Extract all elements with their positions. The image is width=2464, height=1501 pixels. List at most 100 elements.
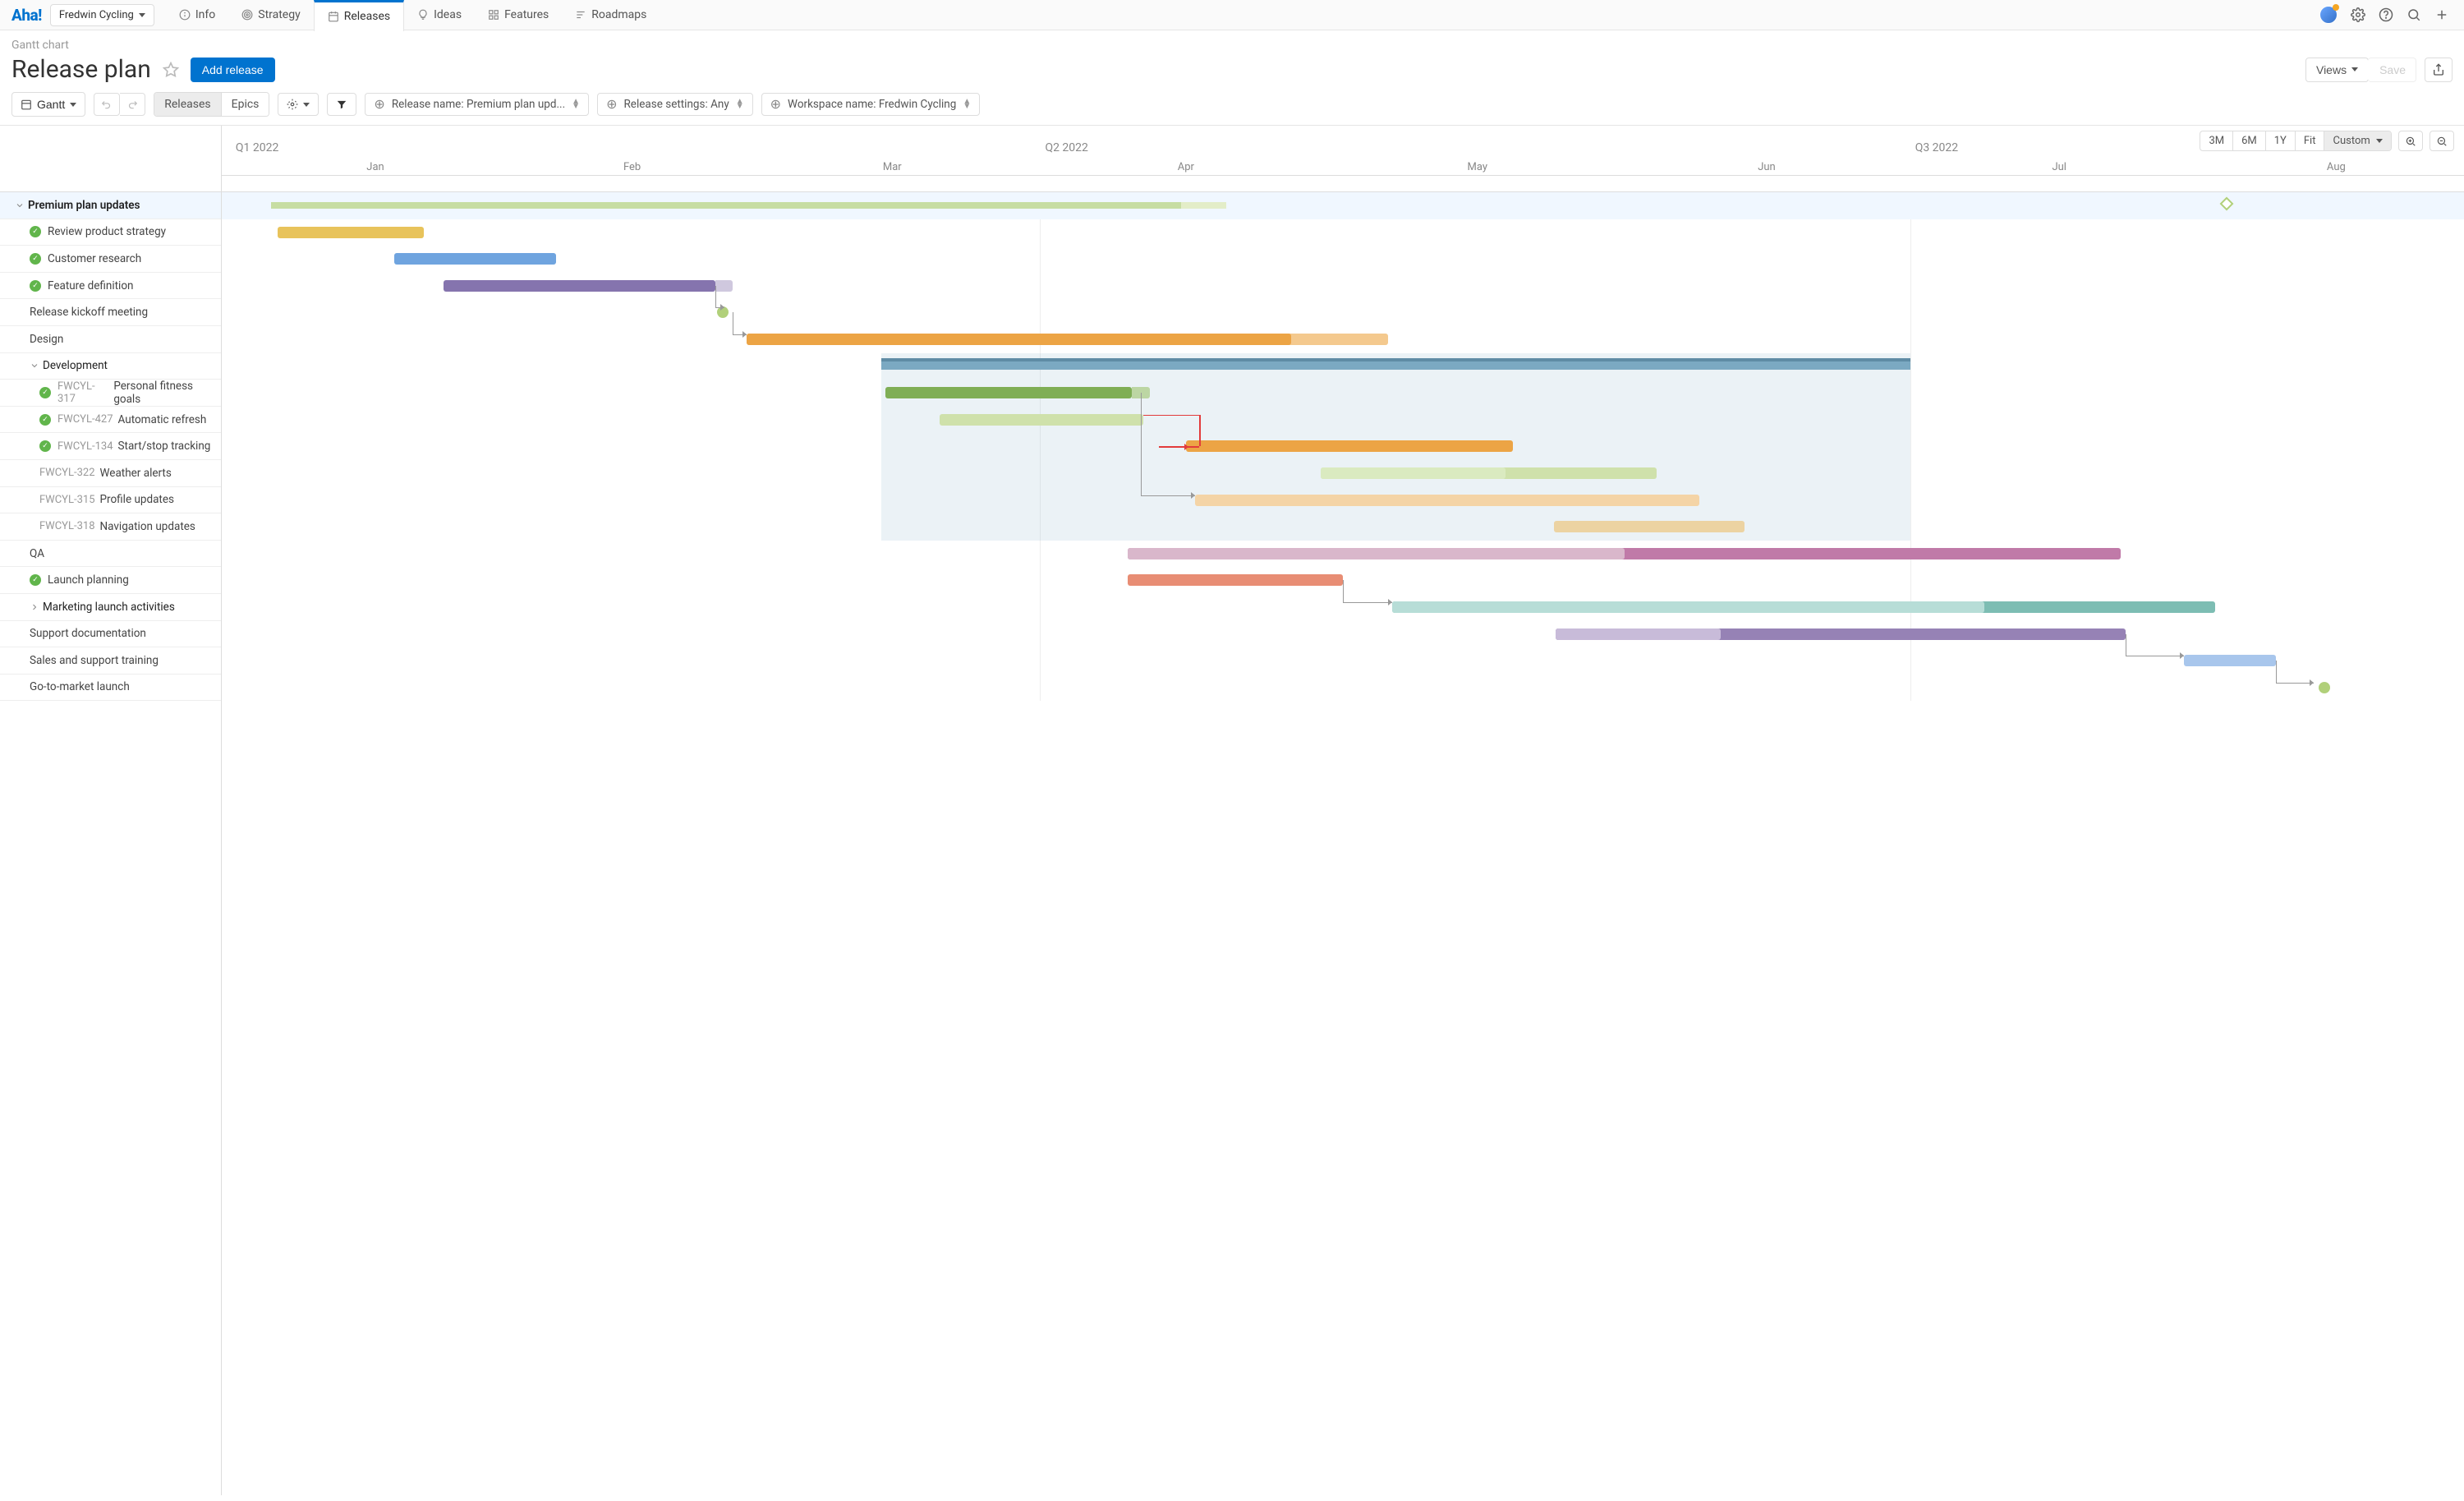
bar-row [222,299,2464,326]
task-row[interactable]: FWCYL-315Profile updates [0,487,221,514]
task-row[interactable]: Go-to-market launch [0,675,221,702]
nav-features[interactable]: Features [475,0,562,30]
task-row[interactable]: Design [0,326,221,353]
milestone-circle[interactable] [2319,682,2330,693]
nav-strategy[interactable]: Strategy [228,0,313,30]
filter-button[interactable] [327,93,356,116]
task-row[interactable]: ✓FWCYL-134Start/stop tracking [0,433,221,460]
zoom-6m[interactable]: 6M [2232,131,2265,150]
gantt-bar[interactable] [1554,521,1745,532]
roadmap-icon [575,9,586,21]
task-row[interactable]: Release kickoff meeting [0,299,221,326]
row-label: Feature definition [48,279,134,292]
zoom-3m[interactable]: 3M [2200,131,2232,150]
gantt-bar[interactable] [394,253,556,265]
row-label: Review product strategy [48,225,166,238]
search-icon[interactable] [2407,7,2421,22]
task-row[interactable]: ✓Review product strategy [0,219,221,246]
row-label: Support documentation [30,627,146,640]
redo-button[interactable] [120,93,145,116]
subheader: Gantt chart Release plan Add release Vie… [0,30,2464,84]
gantt-bar[interactable] [885,387,1132,398]
avatar[interactable] [2319,6,2338,24]
gantt-bar[interactable] [1186,440,1514,452]
zoom-in-button[interactable] [2398,131,2423,151]
task-row[interactable]: ✓FWCYL-317Personal fitness goals [0,380,221,407]
seg-releases[interactable]: Releases [154,93,220,116]
nav-roadmaps[interactable]: Roadmaps [562,0,660,30]
undo-button[interactable] [94,93,120,116]
gantt-bar[interactable] [444,280,715,292]
check-icon: ✓ [30,253,41,265]
task-row[interactable]: ✓FWCYL-427Automatic refresh [0,407,221,434]
share-button[interactable] [2425,58,2453,82]
row-label: Weather alerts [100,467,172,480]
help-icon[interactable] [2379,7,2393,22]
check-icon: ✓ [39,440,51,452]
caret-down-icon [70,103,76,107]
month-label: Mar [744,158,1040,176]
add-filter-icon: ⊕ [770,98,781,111]
group-row[interactable]: Development [0,353,221,380]
gantt-bar[interactable] [940,414,1143,426]
seg-epics[interactable]: Epics [221,93,269,116]
sort-icon: ▲▼ [572,99,580,109]
task-row[interactable]: QA [0,541,221,568]
task-row[interactable]: Support documentation [0,621,221,648]
gear-icon[interactable] [2351,7,2365,22]
caret-down-icon [2351,67,2358,71]
zoom-fit[interactable]: Fit [2295,131,2324,150]
settings-dropdown[interactable] [278,93,319,116]
save-button[interactable]: Save [2368,58,2416,82]
add-icon[interactable] [2434,7,2449,22]
chevron-icon[interactable] [30,602,39,612]
group-row[interactable]: Premium plan updates [0,192,221,219]
zoom-out-button[interactable] [2430,131,2454,151]
task-id: FWCYL-134 [57,440,113,453]
views-button[interactable]: Views [2305,58,2369,82]
page-title: Release plan [11,55,151,84]
nav-info[interactable]: Info [166,0,228,30]
gantt-bar[interactable] [2184,655,2276,666]
star-icon[interactable] [163,62,179,78]
filter-pill-0[interactable]: ⊕Release name: Premium plan upd...▲▼ [365,93,589,116]
caret-down-icon [2376,139,2383,143]
add-filter-icon: ⊕ [606,98,617,111]
right-rows [222,192,2464,701]
gantt-bar-progress [1321,467,1506,479]
task-row[interactable]: ✓Feature definition [0,273,221,300]
gantt-dropdown[interactable]: Gantt [11,92,85,117]
gantt-bar[interactable] [1195,495,1699,506]
add-release-button[interactable]: Add release [191,58,275,82]
workspace-selector[interactable]: Fredwin Cycling [50,4,154,26]
bulb-icon [417,9,429,21]
filter-pill-2[interactable]: ⊕Workspace name: Fredwin Cycling▲▼ [761,93,981,116]
task-row[interactable]: FWCYL-322Weather alerts [0,460,221,487]
nav-ideas[interactable]: Ideas [404,0,475,30]
chevron-icon[interactable] [30,361,39,371]
filter-pill-1[interactable]: ⊕Release settings: Any▲▼ [597,93,753,116]
check-icon: ✓ [39,387,51,398]
gantt-bar[interactable] [278,227,423,238]
chevron-icon[interactable] [15,200,25,210]
breadcrumb: Gantt chart [11,39,2453,52]
target-icon [241,9,253,21]
quarter-label: Q2 2022 [1040,126,1087,158]
row-label: Go-to-market launch [30,680,130,693]
nav-links: InfoStrategyReleases Ideas FeaturesRoadmap… [166,0,660,30]
summary-bar[interactable] [271,202,1181,209]
left-header [0,126,221,192]
nav-releases[interactable]: Releases [314,0,404,31]
gantt-bar[interactable] [1128,574,1343,586]
container-bar[interactable] [881,358,1910,370]
task-row[interactable]: ✓Customer research [0,246,221,273]
zoom-custom[interactable]: Custom [2324,131,2391,150]
timeline-spacer [222,176,2464,192]
task-row[interactable]: FWCYL-318Navigation updates [0,513,221,541]
dev-bg [881,513,1910,541]
task-row[interactable]: Sales and support training [0,647,221,675]
zoom-1y[interactable]: 1Y [2265,131,2295,150]
nav-label: Ideas [434,8,462,21]
task-row[interactable]: ✓Launch planning [0,567,221,594]
group-row[interactable]: Marketing launch activities [0,594,221,621]
